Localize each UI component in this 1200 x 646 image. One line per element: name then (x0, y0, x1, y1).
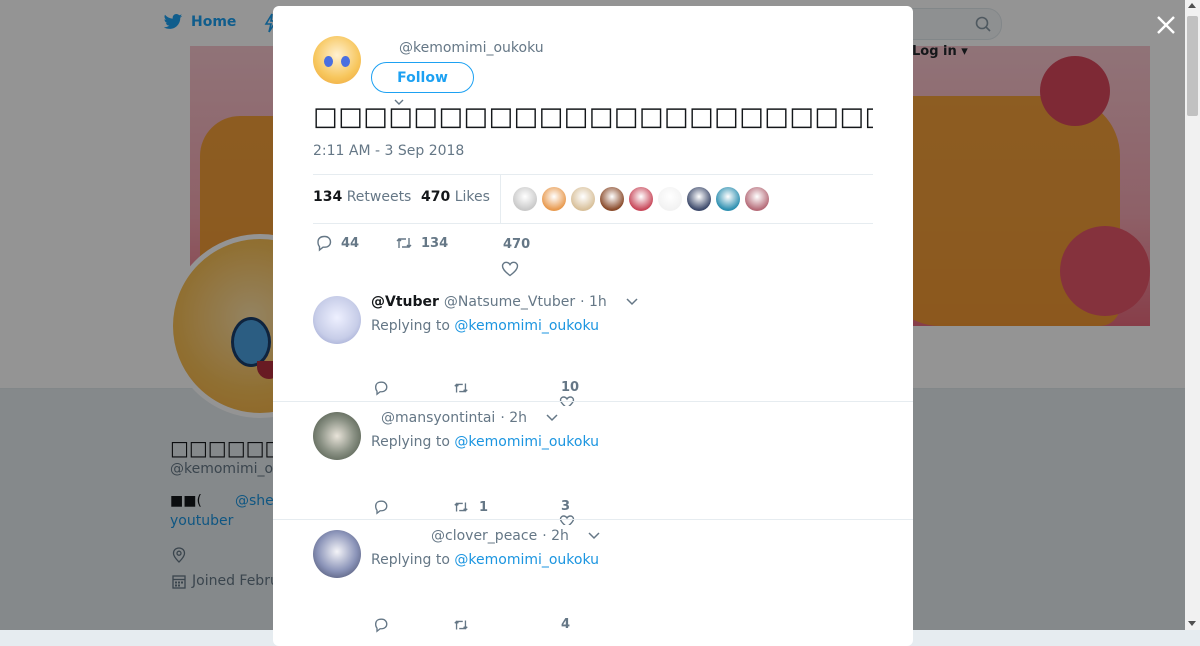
reply-icon (374, 618, 388, 633)
liker-avatar[interactable] (658, 187, 682, 211)
likes-stat[interactable]: 470 Likes (421, 189, 490, 205)
reply-retweet-count: 1 (479, 499, 489, 515)
retweets-stat[interactable]: 134 Retweets (313, 189, 411, 205)
retweet-count: 134 (421, 235, 449, 251)
reply-actions: 10 (373, 380, 833, 410)
replying-prefix: Replying to (371, 318, 450, 334)
reply-avatar[interactable] (313, 412, 361, 460)
likes-label: Likes (454, 189, 490, 205)
retweet-icon (396, 238, 412, 248)
liker-avatar[interactable] (600, 187, 624, 211)
tweet-text: □□□□□□□□□□□□□□□□□□□□□□□□□□□□□□□□□□ (313, 102, 873, 132)
tweet-author-handle[interactable]: @kemomimi_oukoku (399, 40, 544, 56)
reply-author-name[interactable]: @Vtuber (371, 294, 439, 310)
liker-avatar[interactable] (542, 187, 566, 211)
chevron-down-icon[interactable] (546, 414, 558, 422)
likes-count: 470 (421, 189, 451, 205)
tweet-modal: @kemomimi_oukoku Follow □□□□□□□□□□□□□□□□… (273, 6, 913, 646)
liker-avatars (513, 187, 769, 211)
retweets-label: Retweets (346, 189, 412, 205)
tweet-stats: 134 Retweets 470 Likes (313, 174, 873, 224)
reply-button[interactable] (373, 617, 389, 633)
liker-avatar[interactable] (629, 187, 653, 211)
chevron-down-icon[interactable] (626, 298, 638, 306)
liker-avatar[interactable] (513, 187, 537, 211)
reply-like-count: 10 (561, 380, 580, 395)
reply-count: 44 (341, 235, 360, 251)
heart-icon[interactable] (501, 260, 519, 278)
reply-button[interactable] (373, 380, 389, 396)
reply-time[interactable]: · 1h (580, 294, 607, 310)
reply-item[interactable]: @clover_peace · 2h Replying to @kemomimi… (273, 519, 913, 633)
replying-prefix: Replying to (371, 434, 450, 450)
reply-item[interactable]: @mansyontintai · 2h Replying to @kemomim… (273, 401, 913, 525)
reply-avatar[interactable] (313, 296, 361, 344)
liker-avatar[interactable] (571, 187, 595, 211)
replying-to-link[interactable]: @kemomimi_oukoku (454, 552, 599, 568)
reply-avatar[interactable] (313, 530, 361, 578)
retweets-count: 134 (313, 189, 343, 205)
retweet-button[interactable]: 134 (395, 234, 448, 252)
replying-to-link[interactable]: @kemomimi_oukoku (454, 318, 599, 334)
liker-avatar[interactable] (687, 187, 711, 211)
liker-avatar[interactable] (745, 187, 769, 211)
follow-button[interactable]: Follow (371, 62, 474, 93)
page-scrollbar[interactable] (1185, 0, 1200, 630)
close-icon[interactable] (1154, 13, 1178, 37)
retweet-button[interactable]: 1 (453, 499, 488, 515)
tweet-actions: 44 134 470 (315, 234, 875, 277)
reply-actions: 4 (373, 617, 833, 646)
replying-to-link[interactable]: @kemomimi_oukoku (454, 434, 599, 450)
reply-author-handle[interactable]: @Natsume_Vtuber (444, 294, 575, 310)
retweet-button[interactable] (453, 617, 479, 633)
reply-icon (374, 381, 388, 396)
reply-like-count: 3 (561, 499, 571, 514)
retweet-icon (454, 502, 468, 512)
reply-button[interactable] (373, 499, 389, 515)
reply-author-handle[interactable]: @mansyontintai (381, 410, 495, 426)
scroll-down-arrow-icon[interactable] (1188, 621, 1196, 626)
replying-prefix: Replying to (371, 552, 450, 568)
tweet-timestamp[interactable]: 2:11 AM - 3 Sep 2018 (313, 143, 464, 159)
heart-icon[interactable] (559, 515, 575, 525)
reply-time[interactable]: · 2h (542, 528, 569, 544)
like-count: 470 (503, 237, 531, 252)
login-menu[interactable]: Log in ▾ (912, 44, 968, 59)
replying-to: Replying to @kemomimi_oukoku (371, 434, 599, 450)
reply-time[interactable]: · 2h (500, 410, 527, 426)
login-label: Log in (912, 44, 957, 59)
replying-to: Replying to @kemomimi_oukoku (371, 552, 599, 568)
scroll-up-arrow-icon[interactable] (1188, 3, 1196, 8)
retweet-icon (454, 383, 468, 393)
reply-icon (317, 235, 332, 252)
scrollbar-thumb[interactable] (1187, 16, 1198, 116)
replying-to: Replying to @kemomimi_oukoku (371, 318, 599, 334)
reply-actions: 1 3 (373, 499, 833, 529)
liker-avatar[interactable] (716, 187, 740, 211)
retweet-icon (454, 620, 468, 630)
reply-icon (374, 500, 388, 515)
retweet-button[interactable] (453, 380, 479, 396)
tweet-author-avatar[interactable] (313, 36, 361, 84)
reply-button[interactable]: 44 (315, 234, 359, 252)
chevron-down-icon[interactable] (588, 532, 600, 540)
reply-author-handle[interactable]: @clover_peace (431, 528, 537, 544)
